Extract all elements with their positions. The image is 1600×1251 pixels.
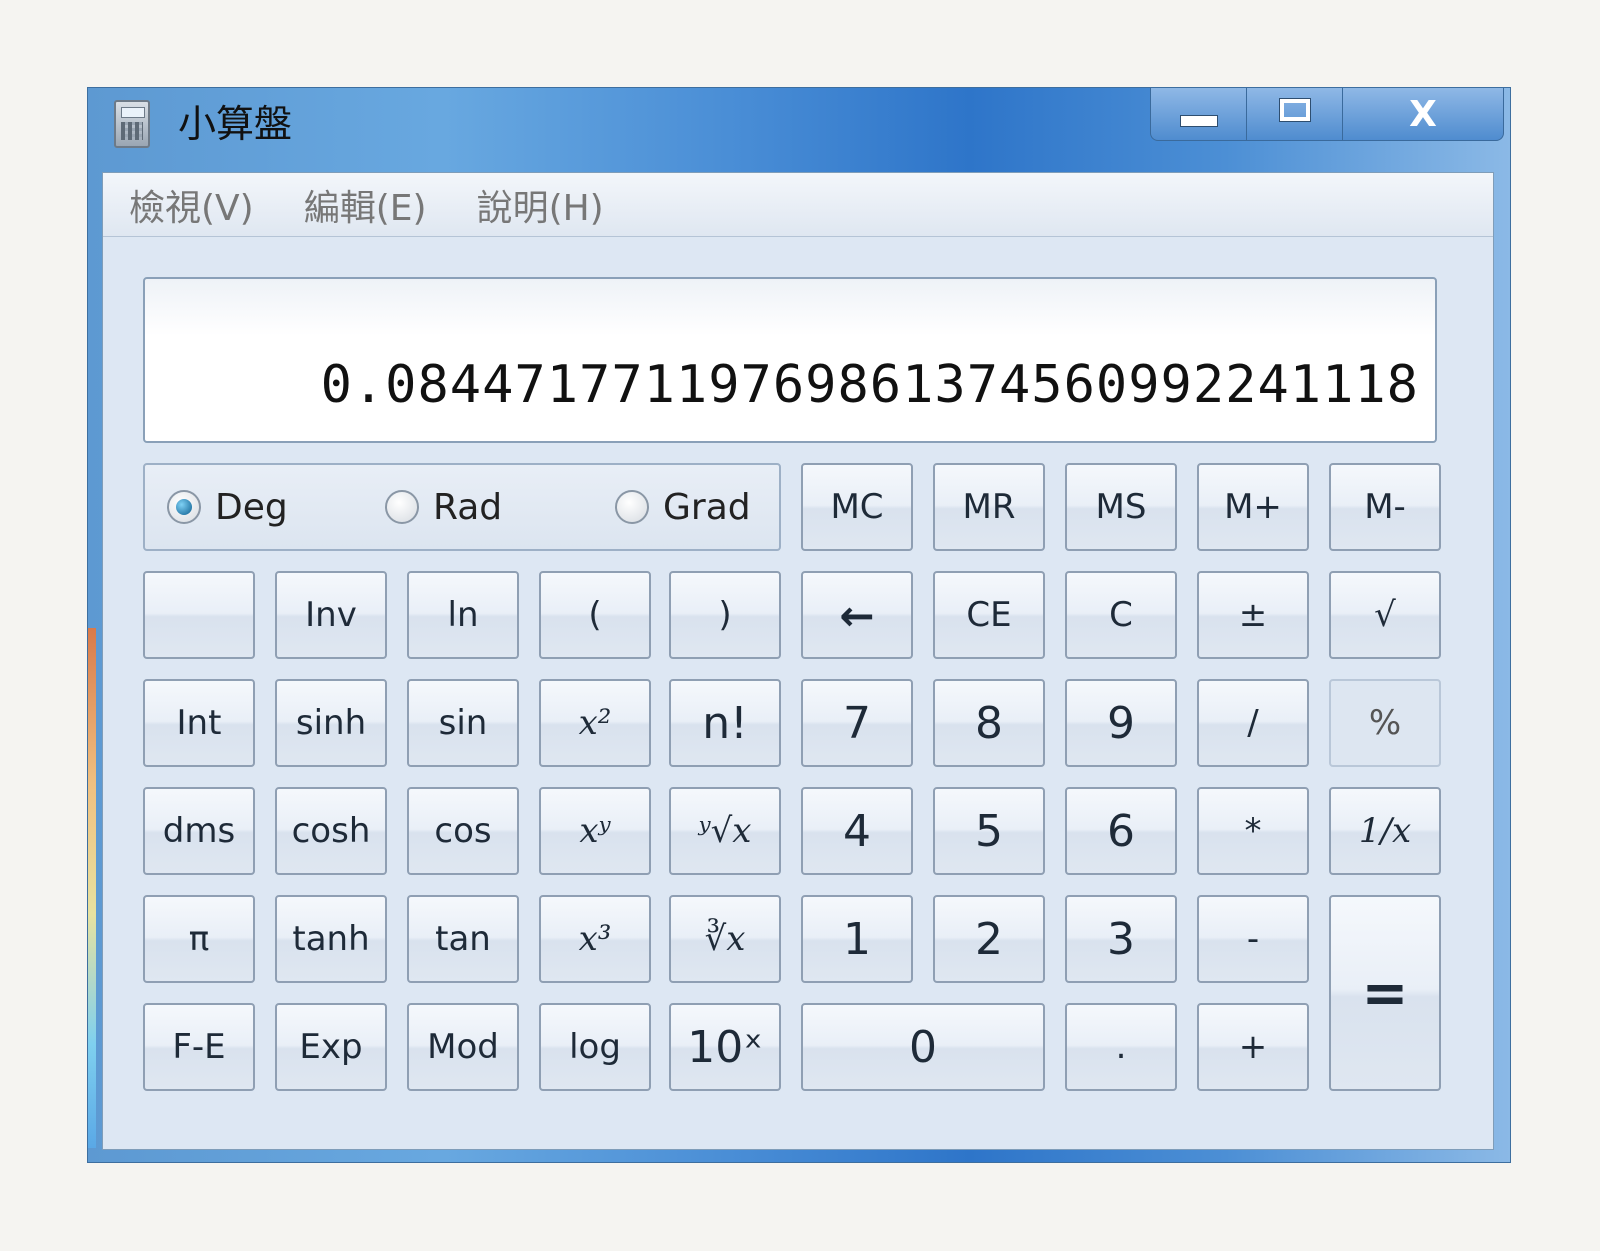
menu-view[interactable]: 檢視(V) bbox=[129, 179, 254, 231]
percent-button[interactable]: % bbox=[1329, 679, 1441, 767]
ms-button[interactable]: MS bbox=[1065, 463, 1177, 551]
subtract-button[interactable]: - bbox=[1197, 895, 1309, 983]
cosh-button[interactable]: cosh bbox=[275, 787, 387, 875]
add-button[interactable]: + bbox=[1197, 1003, 1309, 1091]
maximize-button[interactable] bbox=[1247, 88, 1343, 140]
digit-1-button[interactable]: 1 bbox=[801, 895, 913, 983]
radio-deg[interactable]: Deg bbox=[167, 465, 288, 549]
radio-rad-label: Rad bbox=[433, 486, 503, 528]
divide-button[interactable]: / bbox=[1197, 679, 1309, 767]
radio-grad[interactable]: Grad bbox=[615, 465, 751, 549]
menu-bar: 檢視(V) 編輯(E) 說明(H) bbox=[103, 173, 1493, 237]
title-bar[interactable]: 小算盤 X bbox=[88, 88, 1510, 172]
ce-button[interactable]: CE bbox=[933, 571, 1045, 659]
mr-button[interactable]: MR bbox=[933, 463, 1045, 551]
plus-minus-button[interactable]: ± bbox=[1197, 571, 1309, 659]
client-area: 檢視(V) 編輯(E) 說明(H) 0.08447177119769861374… bbox=[102, 172, 1494, 1150]
fe-button[interactable]: F-E bbox=[143, 1003, 255, 1091]
decimal-button[interactable]: . bbox=[1065, 1003, 1177, 1091]
window-title: 小算盤 bbox=[178, 102, 293, 146]
digit-5-button[interactable]: 5 bbox=[933, 787, 1045, 875]
radio-deg-indicator[interactable] bbox=[167, 490, 201, 524]
minimize-button[interactable] bbox=[1151, 88, 1247, 140]
cube-root-button[interactable]: ∛x bbox=[669, 895, 781, 983]
backspace-button[interactable]: ← bbox=[801, 571, 913, 659]
equals-button[interactable]: = bbox=[1329, 895, 1441, 1091]
clear-button[interactable]: C bbox=[1065, 571, 1177, 659]
calculator-window: 小算盤 X 檢視(V) 編輯(E) 說明(H) 0.08447177119769… bbox=[87, 87, 1511, 1163]
caption-buttons: X bbox=[1150, 88, 1504, 141]
menu-edit[interactable]: 編輯(E) bbox=[304, 179, 427, 231]
ten-power-x-button[interactable]: 10ˣ bbox=[669, 1003, 781, 1091]
x-power-y-button[interactable]: xʸ bbox=[539, 787, 651, 875]
sqrt-button[interactable]: √ bbox=[1329, 571, 1441, 659]
tan-button[interactable]: tan bbox=[407, 895, 519, 983]
digit-7-button[interactable]: 7 bbox=[801, 679, 913, 767]
x-cubed-button[interactable]: x³ bbox=[539, 895, 651, 983]
tanh-button[interactable]: tanh bbox=[275, 895, 387, 983]
dms-button[interactable]: dms bbox=[143, 787, 255, 875]
log-button[interactable]: log bbox=[539, 1003, 651, 1091]
inv-button[interactable]: Inv bbox=[275, 571, 387, 659]
reciprocal-button[interactable]: 1/x bbox=[1329, 787, 1441, 875]
digit-8-button[interactable]: 8 bbox=[933, 679, 1045, 767]
radio-grad-indicator[interactable] bbox=[615, 490, 649, 524]
close-paren-button[interactable]: ) bbox=[669, 571, 781, 659]
x-squared-button[interactable]: x² bbox=[539, 679, 651, 767]
minimize-icon bbox=[1179, 115, 1218, 127]
digit-9-button[interactable]: 9 bbox=[1065, 679, 1177, 767]
calculator-app-icon bbox=[114, 100, 150, 148]
digit-3-button[interactable]: 3 bbox=[1065, 895, 1177, 983]
multiply-button[interactable]: * bbox=[1197, 787, 1309, 875]
factorial-button[interactable]: n! bbox=[669, 679, 781, 767]
mod-button[interactable]: Mod bbox=[407, 1003, 519, 1091]
m-plus-button[interactable]: M+ bbox=[1197, 463, 1309, 551]
digit-0-button[interactable]: 0 bbox=[801, 1003, 1045, 1091]
digit-2-button[interactable]: 2 bbox=[933, 895, 1045, 983]
maximize-icon bbox=[1278, 98, 1311, 122]
angle-mode-group: Deg Rad Grad bbox=[143, 463, 781, 551]
menu-help[interactable]: 說明(H) bbox=[477, 179, 604, 231]
close-button[interactable]: X bbox=[1343, 88, 1503, 140]
open-paren-button[interactable]: ( bbox=[539, 571, 651, 659]
pi-button[interactable]: π bbox=[143, 895, 255, 983]
radio-rad-indicator[interactable] bbox=[385, 490, 419, 524]
ln-button[interactable]: ln bbox=[407, 571, 519, 659]
blank-button[interactable] bbox=[143, 571, 255, 659]
radio-grad-label: Grad bbox=[663, 486, 751, 528]
y-root-x-button[interactable]: ʸ√x bbox=[669, 787, 781, 875]
radio-deg-label: Deg bbox=[215, 486, 288, 528]
exp-button[interactable]: Exp bbox=[275, 1003, 387, 1091]
digit-4-button[interactable]: 4 bbox=[801, 787, 913, 875]
m-minus-button[interactable]: M- bbox=[1329, 463, 1441, 551]
int-button[interactable]: Int bbox=[143, 679, 255, 767]
sin-button[interactable]: sin bbox=[407, 679, 519, 767]
result-display: 0.08447177119769861374560992241118 bbox=[143, 277, 1437, 443]
digit-6-button[interactable]: 6 bbox=[1065, 787, 1177, 875]
display-value: 0.08447177119769861374560992241118 bbox=[320, 355, 1419, 415]
sinh-button[interactable]: sinh bbox=[275, 679, 387, 767]
mc-button[interactable]: MC bbox=[801, 463, 913, 551]
radio-rad[interactable]: Rad bbox=[385, 465, 502, 549]
cos-button[interactable]: cos bbox=[407, 787, 519, 875]
